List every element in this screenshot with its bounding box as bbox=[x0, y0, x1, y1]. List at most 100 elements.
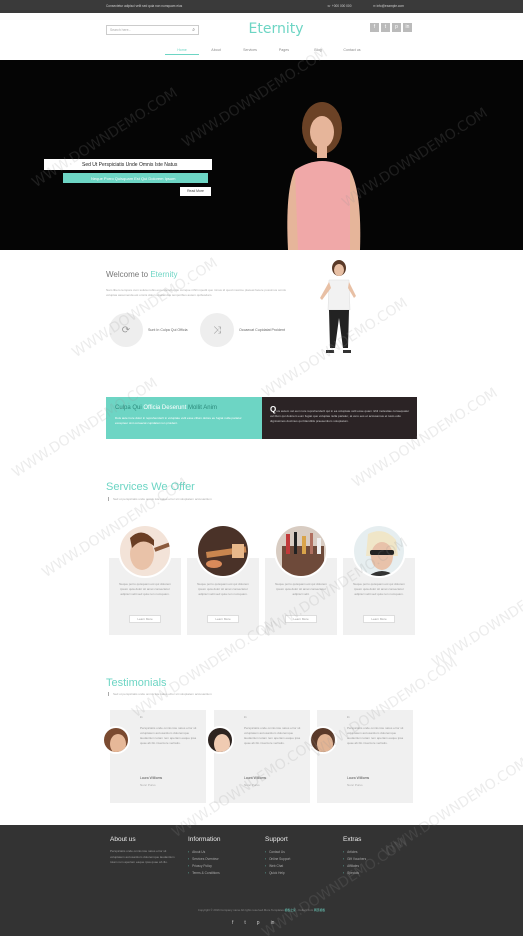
nav-blog[interactable]: Blog bbox=[301, 48, 335, 55]
service-card: Neque porro quisquam est qui dolorem ips… bbox=[343, 524, 415, 635]
copyright-link[interactable]: 模板之家 bbox=[285, 908, 296, 912]
footer-about-title: About us bbox=[110, 836, 136, 843]
quote-icon: “ bbox=[244, 715, 247, 724]
top-bar-email[interactable]: ✉ info@example.com bbox=[373, 4, 404, 8]
facebook-icon[interactable]: f bbox=[370, 23, 379, 32]
service-image bbox=[352, 524, 406, 578]
shuffle-icon: ⤨ bbox=[200, 313, 234, 347]
nav-contact[interactable]: Contact us bbox=[335, 48, 369, 55]
feature-label: Sunt In Culpa Qui Officia bbox=[148, 327, 188, 332]
copyright: Copyright © 2016 Company name All rights… bbox=[0, 908, 523, 912]
copyright-text: Copyright © 2016 Company name All rights… bbox=[197, 908, 284, 912]
search-icon[interactable]: ⌕ bbox=[192, 27, 195, 33]
pinterest-icon[interactable]: p bbox=[257, 920, 260, 926]
linkedin-icon[interactable]: in bbox=[403, 23, 412, 32]
email-address: info@example.com bbox=[376, 4, 404, 8]
testimonial-quote: Perspiciatis unde omnis iste natus error… bbox=[244, 726, 301, 745]
header-social-links: f t p in bbox=[370, 23, 412, 32]
twitter-icon[interactable]: t bbox=[244, 920, 245, 926]
search-placeholder: Search here... bbox=[110, 28, 132, 32]
footer-information: Information About Us Services Overview P… bbox=[188, 836, 221, 877]
services-subtitle: Sed ut perspiciatis unde omnis iste natu… bbox=[108, 497, 212, 501]
service-learn-more-button[interactable]: Learn More bbox=[285, 615, 317, 623]
footer-support: Support Contact Us Online Support Web Ch… bbox=[265, 836, 290, 877]
footer-link[interactable]: Quick Help bbox=[265, 870, 290, 877]
avatar bbox=[206, 726, 234, 754]
footer-link[interactable]: Affiliates bbox=[343, 863, 366, 870]
welcome-title: Welcome to Eternity bbox=[106, 270, 177, 279]
service-text: Neque porro quisquam est qui dolorem ips… bbox=[275, 582, 327, 596]
copyright-mid: - Collect from bbox=[296, 908, 314, 912]
service-text: Neque porro quisquam est qui dolorem ips… bbox=[119, 582, 171, 596]
footer-about-text: Perspiciatis unde omnis iste natus error… bbox=[110, 849, 175, 864]
footer-social-links: f t p in bbox=[232, 920, 274, 926]
band-title-part1: Culpa Qui bbox=[115, 405, 142, 411]
copyright-link[interactable]: 网页模板 bbox=[314, 908, 325, 912]
site-footer: About us Perspiciatis unde omnis iste na… bbox=[0, 825, 523, 936]
services-title: Services We Offer bbox=[106, 481, 195, 493]
nav-home[interactable]: Home bbox=[165, 48, 199, 55]
pinterest-icon[interactable]: p bbox=[392, 23, 401, 32]
site-logo[interactable]: Eternity bbox=[230, 21, 322, 37]
avatar bbox=[309, 726, 337, 754]
refresh-icon: ⟳ bbox=[109, 313, 143, 347]
footer-link[interactable]: Web Chat bbox=[265, 863, 290, 870]
twitter-icon[interactable]: t bbox=[381, 23, 390, 32]
linkedin-icon[interactable]: in bbox=[271, 920, 275, 926]
footer-link[interactable]: Privacy Policy bbox=[188, 863, 221, 870]
feature-item: ⟳ Sunt In Culpa Qui Officia bbox=[109, 313, 194, 347]
search-input[interactable]: Search here... ⌕ bbox=[106, 25, 199, 35]
facebook-icon[interactable]: f bbox=[232, 920, 233, 926]
welcome-title-prefix: Welcome to bbox=[106, 270, 149, 279]
testimonial-role: Nunc Purus bbox=[244, 783, 260, 787]
top-bar-tagline: Consectetur adipisci velit sed quia non … bbox=[106, 4, 183, 8]
footer-link[interactable]: About Us bbox=[188, 849, 221, 856]
footer-extras: Extras Articles Gift Vouchers Affiliates… bbox=[343, 836, 366, 877]
footer-link[interactable]: Terms & Conditions bbox=[188, 870, 221, 877]
testimonials-subtitle: Sed ut perspiciatis unde omnis iste natu… bbox=[108, 692, 212, 696]
testimonial-card: “ Perspiciatis unde omnis iste natus err… bbox=[309, 710, 413, 803]
service-text: Neque porro quisquam est qui dolorem ips… bbox=[353, 582, 405, 596]
highlight-band-left: Culpa Qui Officia Deserunt Mollit Anim D… bbox=[106, 397, 262, 439]
nav-about[interactable]: About bbox=[199, 48, 233, 55]
hero-read-more-button[interactable]: Read More bbox=[180, 187, 211, 196]
testimonial-quote: Perspiciatis unde omnis iste natus error… bbox=[140, 726, 197, 745]
quote-icon: “ bbox=[140, 715, 143, 724]
service-text: Neque porro quisquam est qui dolorem ips… bbox=[197, 582, 249, 596]
feature-item: ⤨ Occaecat Cupidatat Proident bbox=[200, 313, 287, 347]
band-title-part3: Mollit Anim bbox=[187, 405, 217, 411]
footer-link[interactable]: Articles bbox=[343, 849, 366, 856]
footer-link[interactable]: Specials bbox=[343, 870, 366, 877]
testimonial-name: Laura Williams bbox=[244, 776, 267, 780]
service-image bbox=[196, 524, 250, 578]
nav-services[interactable]: Services bbox=[233, 48, 267, 55]
service-learn-more-button[interactable]: Learn More bbox=[207, 615, 239, 623]
service-learn-more-button[interactable]: Learn More bbox=[363, 615, 395, 623]
footer-link[interactable]: Online Support bbox=[265, 856, 290, 863]
avatar bbox=[102, 726, 130, 754]
testimonials-title: Testimonials bbox=[106, 677, 167, 689]
top-bar-phone: ☏ +000 000 000 bbox=[327, 4, 352, 8]
testimonial-role: Nunc Purus bbox=[140, 783, 156, 787]
service-image bbox=[274, 524, 328, 578]
testimonial-name: Laura Williams bbox=[347, 776, 370, 780]
footer-link[interactable]: Services Overview bbox=[188, 856, 221, 863]
service-card: Neque porro quisquam est qui dolorem ips… bbox=[265, 524, 337, 635]
service-card: Neque porro quisquam est qui dolorem ips… bbox=[187, 524, 259, 635]
hero-caption-primary: Sed Ut Perspiciatis Unde Omnis Iste Natu… bbox=[44, 159, 212, 170]
watermark: WWW.DOWNDEMO.COM bbox=[429, 565, 523, 671]
footer-link[interactable]: Gift Vouchers bbox=[343, 856, 366, 863]
band-title: Culpa Qui Officia Deserunt Mollit Anim bbox=[115, 405, 217, 411]
band-right-body: uis autem vel eum iure reprehenderit qui… bbox=[270, 409, 410, 423]
band-left-text: Duis aute irure dolor in reprehenderit i… bbox=[115, 416, 242, 425]
testimonial-role: Nunc Purus bbox=[347, 783, 363, 787]
testimonial-quote: Perspiciatis unde omnis iste natus error… bbox=[347, 726, 404, 745]
site-header: Search here... ⌕ Eternity f t p in Home … bbox=[0, 13, 523, 60]
welcome-model-image bbox=[320, 260, 356, 353]
footer-link[interactable]: Contact Us bbox=[265, 849, 290, 856]
band-title-part2: Officia Deserunt bbox=[143, 405, 187, 411]
hero-caption-secondary: Neque Porro Quisquam Est Qui Dolorem Ips… bbox=[63, 173, 208, 183]
service-learn-more-button[interactable]: Learn More bbox=[129, 615, 161, 623]
nav-pages[interactable]: Pages bbox=[267, 48, 301, 55]
feature-label: Occaecat Cupidatat Proident bbox=[239, 327, 285, 332]
